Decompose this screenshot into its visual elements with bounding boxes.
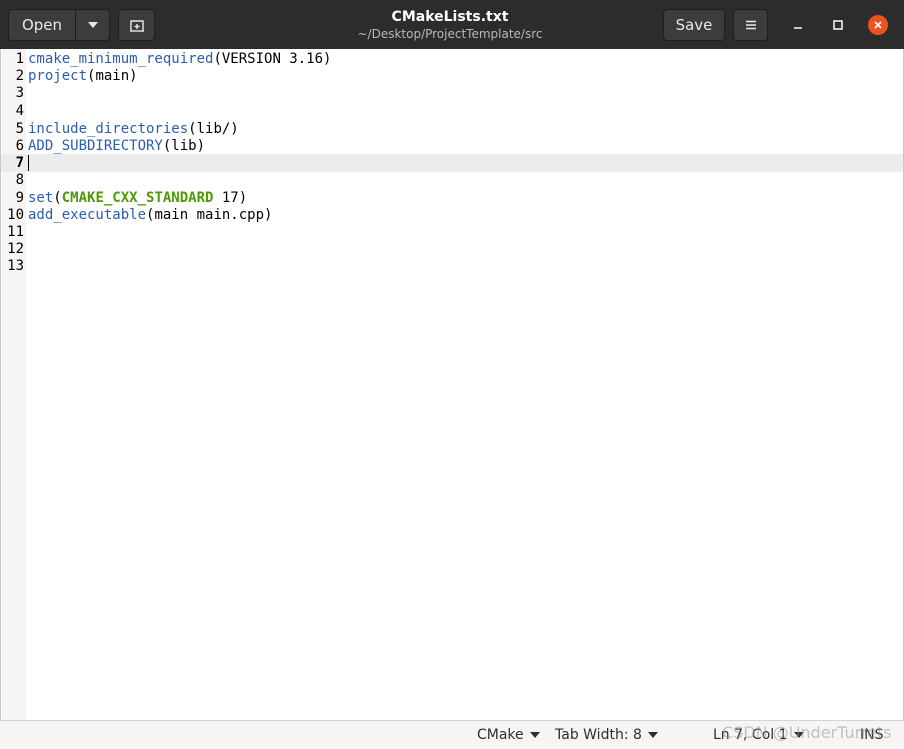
line-number: 12 xyxy=(7,241,24,258)
header-bar: Open CMakeLists.txt ~/Desktop/ProjectTem… xyxy=(0,0,904,49)
code-line: 7 xyxy=(1,154,903,173)
hamburger-menu-icon xyxy=(745,20,756,30)
status-bar: CMake Tab Width: 8 Ln 7, Col 1 INS CSDN … xyxy=(0,720,904,749)
code-token: (main main.cpp) xyxy=(146,206,273,223)
code-line: 6 ADD_SUBDIRECTORY(lib) xyxy=(1,137,903,155)
code-text: set(CMAKE_CXX_STANDARD 17) xyxy=(28,189,247,207)
chevron-down-icon xyxy=(647,732,658,738)
minimize-button[interactable] xyxy=(788,15,808,35)
save-button[interactable]: Save xyxy=(663,9,725,41)
maximize-icon xyxy=(833,20,843,30)
window-subtitle: ~/Desktop/ProjectTemplate/src xyxy=(357,27,543,41)
open-dropdown-button[interactable] xyxy=(75,9,110,41)
tab-width-label: Tab Width: 8 xyxy=(555,727,642,743)
window-title-area: CMakeLists.txt ~/Desktop/ProjectTemplate… xyxy=(300,8,600,42)
close-icon xyxy=(874,21,882,29)
line-number: 9 xyxy=(15,189,24,206)
code-line: 5 include_directories(lib/) xyxy=(1,120,903,138)
code-line: 8 xyxy=(1,171,903,189)
code-line: 11 xyxy=(1,223,903,241)
code-function-token: set xyxy=(28,189,54,206)
line-number: 8 xyxy=(15,172,24,189)
tab-width-selector[interactable]: Tab Width: 8 xyxy=(555,727,658,743)
chevron-down-icon xyxy=(529,732,540,738)
new-tab-button[interactable] xyxy=(118,9,155,41)
code-token: 17) xyxy=(213,189,248,206)
close-button[interactable] xyxy=(868,15,888,35)
line-number: 7 xyxy=(15,155,24,172)
code-function-token: ADD_SUBDIRECTORY xyxy=(28,138,163,154)
chevron-down-icon xyxy=(87,22,98,28)
code-text: project(main) xyxy=(28,67,138,85)
language-selector[interactable]: CMake xyxy=(477,727,540,743)
code-line: 1 cmake_minimum_required(VERSION 3.16) xyxy=(1,50,903,68)
line-number: 10 xyxy=(7,206,24,223)
code-line: 12 xyxy=(1,240,903,258)
code-function-token: cmake_minimum_required xyxy=(28,51,214,67)
code-line: 13 xyxy=(1,257,903,275)
line-number: 6 xyxy=(15,138,24,154)
line-number: 3 xyxy=(15,85,24,102)
code-line: 9 set(CMAKE_CXX_STANDARD 17) xyxy=(1,189,903,207)
code-line: 2 project(main) xyxy=(1,67,903,85)
code-token: ( xyxy=(53,189,62,206)
line-number: 1 xyxy=(15,51,24,67)
line-number: 11 xyxy=(7,224,24,240)
watermark: CSDN @UnderTurrets xyxy=(722,723,892,742)
language-label: CMake xyxy=(477,727,524,743)
code-text: ADD_SUBDIRECTORY(lib) xyxy=(28,137,205,155)
code-line: 10 add_executable(main main.cpp) xyxy=(1,206,903,224)
line-number: 2 xyxy=(15,68,24,85)
text-cursor xyxy=(28,155,29,172)
code-function-token: add_executable xyxy=(28,206,147,223)
code-line: 4 xyxy=(1,102,903,120)
code-token: (lib/) xyxy=(188,120,239,137)
code-text: cmake_minimum_required(VERSION 3.16) xyxy=(28,50,331,68)
line-number: 13 xyxy=(7,258,24,275)
code-line: 3 xyxy=(1,84,903,102)
menu-button[interactable] xyxy=(733,9,768,41)
gedit-window: Open CMakeLists.txt ~/Desktop/ProjectTem… xyxy=(0,0,904,749)
new-tab-icon xyxy=(129,20,144,32)
window-title: CMakeLists.txt xyxy=(391,9,509,25)
code-text: include_directories(lib/) xyxy=(28,120,239,138)
code-token: (main) xyxy=(87,68,138,85)
code-text: add_executable(main main.cpp) xyxy=(28,206,272,224)
minimize-icon xyxy=(794,27,802,29)
open-button[interactable]: Open xyxy=(8,9,76,41)
code-variable-token: CMAKE_CXX_STANDARD xyxy=(61,189,214,206)
code-function-token: include_directories xyxy=(28,120,189,137)
text-editor[interactable]: 1 cmake_minimum_required(VERSION 3.16) 2 pr… xyxy=(0,49,904,720)
code-token: (VERSION 3.16) xyxy=(213,51,332,67)
line-number: 4 xyxy=(15,102,24,119)
code-function-token: project xyxy=(28,68,88,85)
maximize-button[interactable] xyxy=(828,15,848,35)
code-token: (lib) xyxy=(162,138,206,154)
line-number: 5 xyxy=(15,120,24,137)
